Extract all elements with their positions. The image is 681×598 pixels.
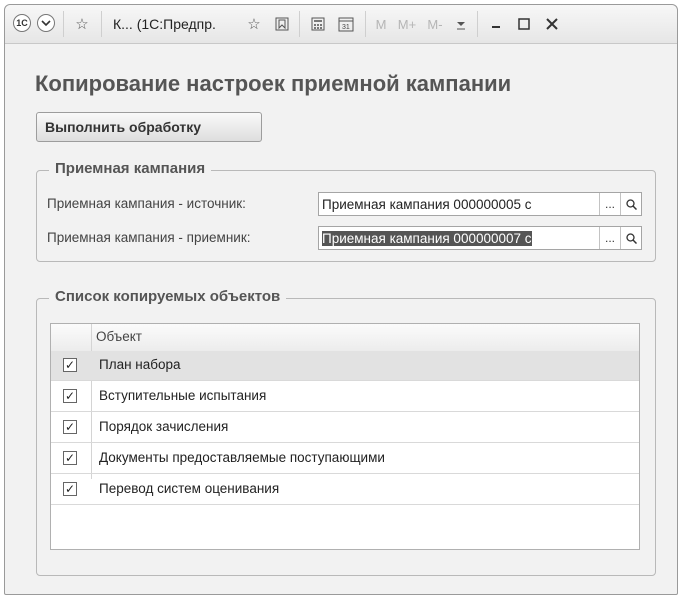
minimize-icon[interactable] — [485, 14, 507, 34]
memory-plus-button[interactable]: M+ — [395, 14, 419, 34]
search-icon[interactable] — [620, 227, 641, 249]
select-button[interactable]: ... — [599, 193, 620, 215]
separator — [477, 11, 478, 37]
row-label: Документы предоставляемые поступающими — [99, 450, 385, 465]
favorite-star-icon[interactable]: ☆ — [69, 14, 95, 34]
objects-table: Объект ✓ План набора ✓ Вступительные испыта… — [50, 323, 640, 550]
target-campaign-value[interactable]: Приемная кампания 000000007 с — [319, 230, 599, 246]
target-campaign-selected-text: Приемная кампания 000000007 с — [322, 230, 532, 246]
table-row[interactable]: ✓ Перевод систем оценивания — [51, 475, 639, 505]
source-campaign-value[interactable]: Приемная кампания 000000005 с — [319, 197, 599, 212]
calculator-icon[interactable] — [307, 14, 329, 34]
table-row[interactable]: ✓ План набора — [51, 351, 639, 381]
window-title: К... (1С:Предпр. — [113, 16, 216, 32]
row-checkbox[interactable]: ✓ — [63, 358, 77, 372]
memory-minus-button[interactable]: M- — [423, 14, 447, 34]
svg-text:31: 31 — [342, 24, 350, 31]
search-icon[interactable] — [620, 193, 641, 215]
title-bar: 1C ☆ К... (1С:Предпр. ☆ 31 M M+ M- — [5, 5, 677, 44]
column-header-object: Объект — [96, 329, 142, 344]
table-header: Объект — [51, 324, 639, 352]
source-campaign-field[interactable]: Приемная кампания 000000005 с ... — [318, 192, 642, 216]
row-label: Перевод систем оценивания — [99, 481, 280, 496]
bookmark-icon[interactable] — [271, 14, 293, 34]
separator — [365, 11, 366, 37]
row-label: Вступительные испытания — [99, 388, 267, 403]
maximize-icon[interactable] — [513, 14, 535, 34]
table-row[interactable]: ✓ Вступительные испытания — [51, 382, 639, 412]
separator — [63, 11, 64, 37]
row-checkbox[interactable]: ✓ — [63, 389, 77, 403]
page-title: Копирование настроек приемной кампании — [35, 71, 512, 96]
campaign-group-legend: Приемная кампания — [49, 160, 212, 177]
table-row[interactable]: ✓ Документы предоставляемые поступающими — [51, 444, 639, 474]
close-icon[interactable] — [541, 14, 563, 34]
form-content: Копирование настроек приемной кампании В… — [5, 43, 677, 594]
campaign-group: Приемная кампания Приемная кампания - ис… — [36, 160, 656, 262]
1c-logo-icon[interactable]: 1C — [13, 14, 31, 32]
objects-group-legend: Список копируемых объектов — [49, 288, 287, 305]
menu-dropdown-icon[interactable] — [451, 14, 471, 34]
objects-group: Список копируемых объектов Объект ✓ План … — [36, 288, 656, 576]
app-window: 1C ☆ К... (1С:Предпр. ☆ 31 M M+ M- Копир… — [4, 4, 678, 595]
target-label: Приемная кампания - приемник: — [47, 230, 251, 245]
select-button[interactable]: ... — [599, 227, 620, 249]
calendar-icon[interactable]: 31 — [335, 14, 357, 34]
chevron-down-icon[interactable] — [37, 14, 55, 32]
row-label: Порядок зачисления — [99, 419, 229, 434]
row-label: План набора — [99, 357, 181, 372]
row-checkbox[interactable]: ✓ — [63, 420, 77, 434]
separator — [299, 11, 300, 37]
source-label: Приемная кампания - источник: — [47, 196, 246, 211]
table-row[interactable]: ✓ Порядок зачисления — [51, 413, 639, 443]
row-checkbox[interactable]: ✓ — [63, 482, 77, 496]
execute-button[interactable]: Выполнить обработку — [36, 112, 262, 142]
add-favorite-icon[interactable]: ☆ — [243, 14, 265, 34]
row-checkbox[interactable]: ✓ — [63, 451, 77, 465]
target-campaign-field[interactable]: Приемная кампания 000000007 с ... — [318, 226, 642, 250]
separator — [101, 11, 102, 37]
memory-button[interactable]: M — [371, 14, 391, 34]
